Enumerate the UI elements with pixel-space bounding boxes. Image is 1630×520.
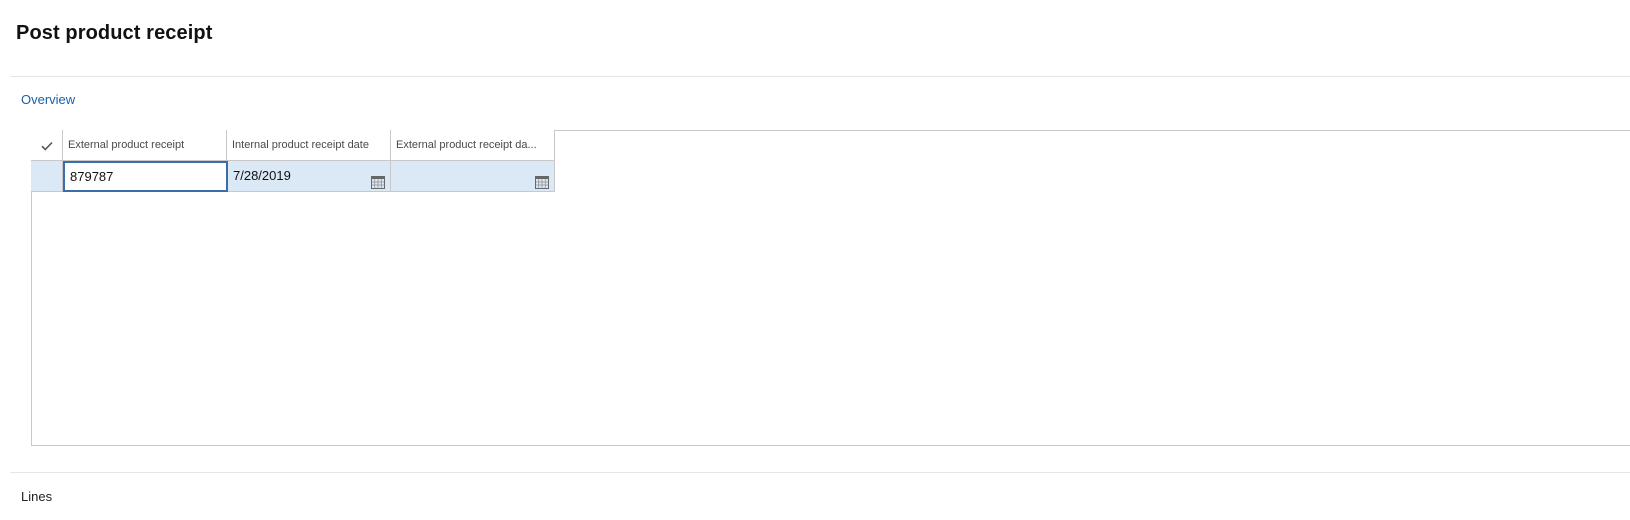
header-divider [10,76,1630,77]
column-header-external-product-receipt[interactable]: External product receipt [63,130,227,161]
calendar-icon[interactable] [371,170,385,189]
select-all-column-header[interactable] [31,130,63,161]
section-lines-header[interactable]: Lines [21,489,52,504]
checkmark-icon [40,130,53,160]
column-header-external-product-receipt-date[interactable]: External product receipt da... [391,130,555,161]
internal-product-receipt-date-value: 7/28/2019 [233,168,291,183]
external-product-receipt-edit[interactable] [63,161,228,192]
calendar-icon[interactable] [535,170,549,189]
page-title: Post product receipt [16,22,213,44]
section-overview-header[interactable]: Overview [21,92,75,107]
external-product-receipt-date-cell[interactable] [391,161,555,192]
external-product-receipt-input[interactable] [65,163,226,190]
column-header-internal-product-receipt-date[interactable]: Internal product receipt date [227,130,391,161]
lines-divider [10,472,1630,473]
grid-header-row: External product receipt Internal produc… [31,130,555,161]
row-select-cell[interactable] [31,161,63,192]
internal-product-receipt-date-cell[interactable]: 7/28/2019 [227,161,391,192]
